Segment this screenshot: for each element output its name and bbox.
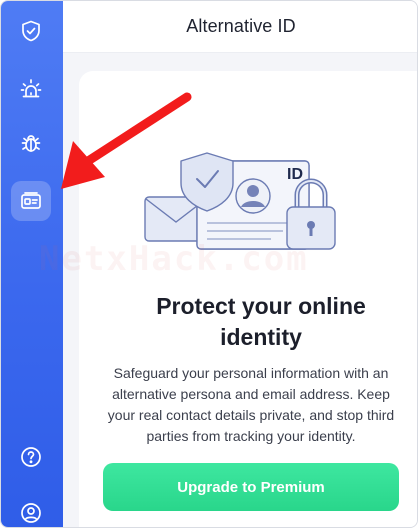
headline-line-1: Protect your online bbox=[156, 293, 366, 319]
help-icon bbox=[21, 447, 41, 467]
shield-check-icon bbox=[22, 20, 40, 42]
upgrade-button[interactable]: Upgrade to Premium bbox=[103, 463, 399, 511]
description-text: Safeguard your personal information with… bbox=[107, 365, 395, 444]
sidebar-item-alerts[interactable] bbox=[11, 69, 51, 109]
annotation-arrow-icon bbox=[61, 92, 192, 189]
headline: Protect your online identity bbox=[111, 291, 411, 353]
app-window: Alternative ID ID NetxHack.com Protect y… bbox=[0, 0, 418, 528]
account-icon bbox=[21, 503, 41, 523]
header-bar: Alternative ID bbox=[63, 1, 417, 53]
bug-icon bbox=[21, 135, 41, 152]
page-title: Alternative ID bbox=[186, 16, 296, 36]
alarm-icon bbox=[20, 79, 42, 98]
id-card-icon bbox=[21, 192, 41, 209]
sidebar-item-account[interactable] bbox=[11, 493, 51, 527]
sidebar-item-protection[interactable] bbox=[11, 11, 51, 51]
sidebar-item-alternative-id[interactable] bbox=[11, 181, 51, 221]
watermark: NetxHack.com bbox=[39, 239, 309, 279]
sidebar-item-help[interactable] bbox=[11, 437, 51, 477]
headline-line-2: identity bbox=[220, 324, 302, 350]
sidebar-item-threats[interactable] bbox=[11, 123, 51, 163]
svg-text:ID: ID bbox=[287, 166, 303, 183]
